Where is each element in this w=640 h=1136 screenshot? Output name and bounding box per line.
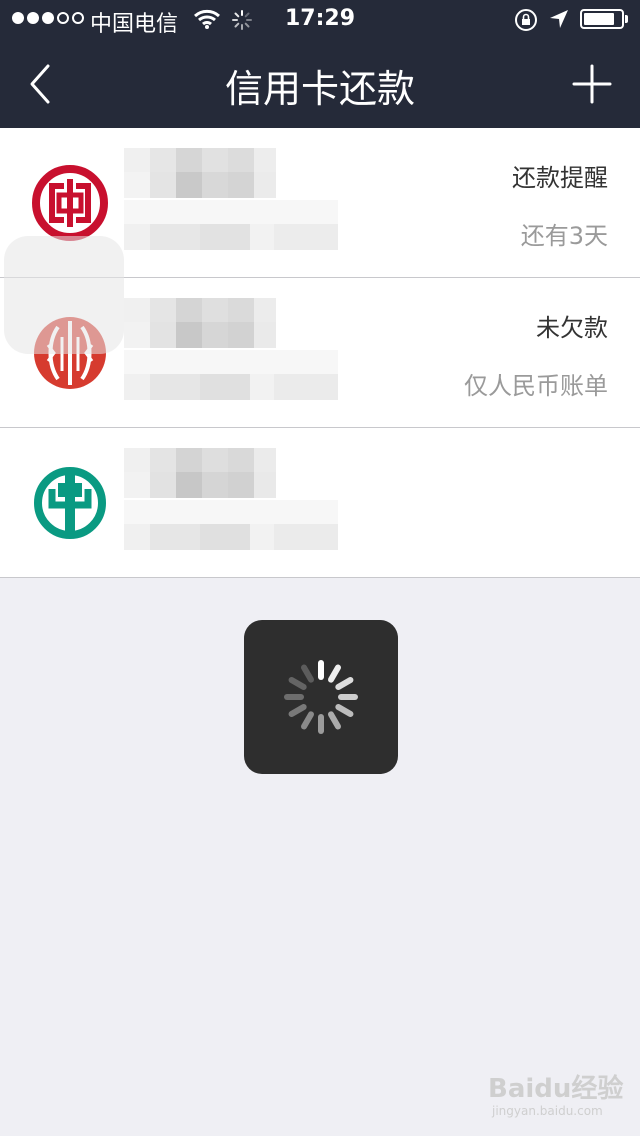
repayment-status-title: 未欠款 [536,314,608,342]
masked-card-info [124,148,338,258]
masked-card-info [124,298,338,408]
repayment-status-detail: 还有3天 [520,222,608,250]
watermark: Baidu经验 jingyan.baidu.com [488,1068,628,1124]
clock: 17:29 [284,6,356,31]
location-arrow-icon [550,10,568,28]
loading-indicator [244,620,398,774]
abc-logo-icon [34,467,106,539]
battery-fill [584,13,614,25]
status-bar: 中国电信 17:29 [0,0,640,40]
repayment-status-title: 还款提醒 [512,164,608,192]
battery-icon [580,9,628,29]
add-card-button[interactable] [570,62,614,106]
battery-tip [625,15,628,23]
navigation-bar: 中国电信 17:29 信用卡还款 [0,0,640,128]
icbc-logo-icon [32,165,108,241]
spinner-icon [284,660,358,734]
masked-card-info [124,448,338,558]
watermark-text: Baidu经验 [488,1074,624,1104]
plus-icon [572,64,612,104]
repayment-status-detail: 仅人民币账单 [464,372,608,400]
page-title: 信用卡还款 [224,67,415,111]
card-row[interactable] [0,428,640,578]
floating-assistive-touch-button[interactable] [4,236,124,354]
watermark-url: jingyan.baidu.com [492,1104,603,1118]
rotation-lock-icon [515,9,537,31]
